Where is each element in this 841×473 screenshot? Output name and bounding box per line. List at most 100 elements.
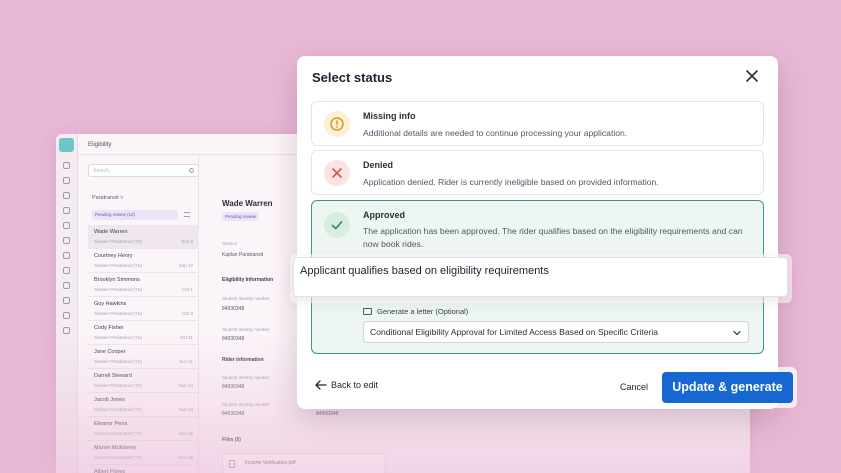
service-value: Kaplan Paratransit <box>222 252 264 258</box>
list-item-name: Marvin McKinney <box>94 445 137 451</box>
list-item-subtitle: Sixteen Paratransit (TS) <box>94 239 143 244</box>
status-option-missing-info[interactable]: Missing info Additional details are need… <box>311 101 764 146</box>
list-item-date: Sep 17 <box>178 263 193 268</box>
service-label: Service <box>222 241 238 246</box>
applicant-list-pane: Search... Paratransit ˅ Pending review (… <box>78 155 199 473</box>
back-to-edit-label: Back to edit <box>331 380 379 390</box>
option-description: The application has been approved. The r… <box>363 226 743 249</box>
checkmark-icon <box>324 212 350 238</box>
option-title: Approved <box>363 210 406 220</box>
search-icon <box>189 168 194 173</box>
list-item[interactable]: Jacob Jones Sixteen Paratransit (TS) Nov 2… <box>88 393 199 417</box>
search-input[interactable]: Search... <box>88 164 199 177</box>
gear-icon[interactable] <box>63 312 70 319</box>
globe-icon[interactable] <box>63 237 70 244</box>
select-status-dialog: Select status Missing info Additional de… <box>297 56 778 409</box>
status-option-denied[interactable]: Denied Application denied. Rider is curr… <box>311 150 764 195</box>
list-item-subtitle: Sixteen Paratransit (TS) <box>94 359 143 364</box>
list-item-date: Nov 14 <box>178 383 193 388</box>
calendar-icon[interactable] <box>63 282 70 289</box>
list-item[interactable]: Courtney Henry Sixteen Paratransit (TS) Se… <box>88 249 199 273</box>
icon-rail <box>56 134 78 473</box>
list-item-name: Eleanor Pena <box>94 421 128 427</box>
warning-icon <box>324 111 350 137</box>
list-item[interactable]: Eleanor Pena Sixteen Paratransit (TS) Nov … <box>88 417 199 441</box>
list-item-name: Brooklyn Simmons <box>94 277 140 283</box>
option-description: Additional details are needed to continu… <box>363 128 628 138</box>
list-item-date: Nov 26 <box>178 431 193 436</box>
list-item-subtitle: Sixteen Paratransit (TS) <box>94 431 143 436</box>
list-item[interactable]: Darrell Steward Sixteen Paratransit (TS) N… <box>88 369 199 393</box>
x-icon <box>324 160 350 186</box>
broadcast-icon[interactable] <box>63 192 70 199</box>
shield-icon[interactable] <box>63 297 70 304</box>
route-icon[interactable] <box>63 222 70 229</box>
file-name: Income Verification.pdf <box>245 460 296 466</box>
filter-select[interactable]: Pending review (12) <box>92 210 178 220</box>
update-and-generate-button[interactable]: Update & generate <box>662 372 793 403</box>
filter-label: Pending review (12) <box>95 212 136 217</box>
list-item-date: Oct 1 <box>182 287 193 292</box>
list-item-subtitle: Sixteen Paratransit (TS) <box>94 263 143 268</box>
list-item-name: Darrell Steward <box>94 373 132 379</box>
letter-template-select[interactable]: Conditional Eligibility Approval for Lim… <box>363 321 749 343</box>
files-heading: Files (5) <box>222 437 241 443</box>
bank-icon[interactable] <box>63 267 70 274</box>
list-item[interactable]: Brooklyn Simmons Sixteen Paratransit (TS)… <box>88 273 199 297</box>
letter-template-value: Conditional Eligibility Approval for Lim… <box>370 327 659 337</box>
file-icon <box>229 460 235 468</box>
app-logo-icon <box>59 138 74 152</box>
refresh-icon[interactable] <box>63 162 70 169</box>
list-item[interactable]: Guy Hawkins Sixteen Paratransit (TS) Oct 3 <box>88 297 199 321</box>
list-item[interactable]: Marvin McKinney Sixteen Paratransit (TS) N… <box>88 441 199 465</box>
list-item[interactable]: Wade Warren Sixteen Paratransit (TS) Sep 8 <box>88 225 199 249</box>
close-button[interactable] <box>744 68 760 84</box>
app-title: Eligibility <box>88 142 112 148</box>
applicant-list: Wade Warren Sixteen Paratransit (TS) Sep 8… <box>88 225 199 473</box>
status-badge: Pending review <box>222 212 259 221</box>
back-to-edit-button[interactable]: Back to edit <box>315 380 378 390</box>
list-item-subtitle: Sixteen Paratransit (TS) <box>94 383 143 388</box>
rider-sid-label: Student identity number <box>222 375 270 380</box>
file-item[interactable]: Income Verification.pdf <box>222 453 386 473</box>
sid-value-2: 84930348 <box>222 336 245 342</box>
dialog-title: Select status <box>312 70 393 85</box>
users-icon[interactable] <box>63 207 70 214</box>
list-item-subtitle: Sixteen Paratransit (TS) <box>94 455 143 460</box>
list-item-date: Sep 8 <box>181 239 193 244</box>
transfer-icon[interactable] <box>63 252 70 259</box>
eligibility-section-heading: Eligibility Information <box>222 277 274 283</box>
reason-input[interactable]: Applicant qualifies based on eligibility… <box>293 257 788 297</box>
list-item-name: Jane Cooper <box>94 349 126 355</box>
grid-icon[interactable] <box>63 177 70 184</box>
sid-value: 84930348 <box>222 306 245 312</box>
cancel-button[interactable]: Cancel <box>620 382 648 392</box>
rider-value-right: 84950348 <box>316 411 339 417</box>
list-item-date: Oct 11 <box>180 335 193 340</box>
option-title: Denied <box>363 160 394 170</box>
list-item-name: Albert Flores <box>94 469 126 473</box>
list-item-subtitle: Sixteen Paratransit (TS) <box>94 407 143 412</box>
list-item-name: Courtney Henry <box>94 253 133 259</box>
close-icon <box>746 70 758 82</box>
list-item-date: Nov 11 <box>179 359 193 364</box>
list-item-subtitle: Sixteen Paratransit (TS) <box>94 287 143 292</box>
detail-name: Wade Warren <box>222 199 273 208</box>
generate-letter-label: Generate a letter (Optional) <box>377 307 469 316</box>
list-item-subtitle: Sixteen Paratransit (TS) <box>94 311 143 316</box>
arrow-left-icon <box>315 380 327 390</box>
option-title: Missing info <box>363 111 416 121</box>
list-item-name: Jacob Jones <box>94 397 125 403</box>
help-icon[interactable] <box>63 327 70 334</box>
option-description: Application denied. Rider is currently i… <box>363 177 659 187</box>
filter-icon[interactable] <box>184 212 190 217</box>
rider-sid-value: 84930348 <box>222 384 245 390</box>
list-item[interactable]: Albert Flores <box>88 465 199 473</box>
list-item-name: Wade Warren <box>94 229 128 235</box>
list-item-name: Guy Hawkins <box>94 301 127 307</box>
list-item[interactable]: Jane Cooper Sixteen Paratransit (TS) Nov 1… <box>88 345 199 369</box>
sid-label: Student identity number <box>222 296 270 301</box>
rider-sid-label-2: Student identity number <box>222 402 270 407</box>
group-dropdown[interactable]: Paratransit ˅ <box>92 195 123 201</box>
list-item[interactable]: Cody Fisher Sixteen Paratransit (TS) Oct 1… <box>88 321 199 345</box>
